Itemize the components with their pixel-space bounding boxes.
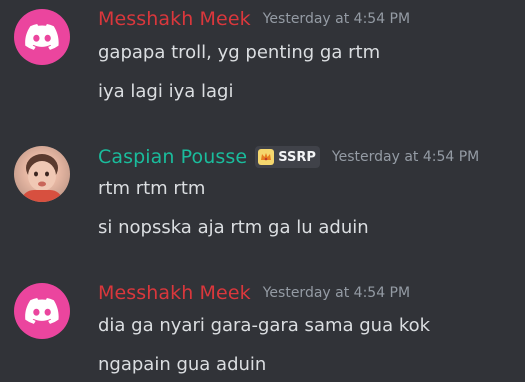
message-text: dia ga nyari gara-gara sama gua kok: [98, 315, 431, 336]
discord-logo-icon: [25, 24, 59, 50]
timestamp[interactable]: Yesterday at 4:54 PM: [263, 285, 410, 301]
message-header: Messhakh Meek Yesterday at 4:54 PM: [98, 282, 410, 304]
user-photo-icon: [20, 154, 64, 202]
server-tag-label: SSRP: [278, 149, 316, 165]
username[interactable]: Messhakh Meek: [98, 8, 251, 30]
timestamp[interactable]: Yesterday at 4:54 PM: [332, 149, 479, 165]
chat-messages: Messhakh Meek Yesterday at 4:54 PM gapap…: [0, 0, 525, 382]
message-header: Caspian Pousse SSRP Yesterday at 4:54 PM: [98, 146, 479, 168]
message-text: ngapain gua aduin: [98, 354, 267, 375]
username[interactable]: Messhakh Meek: [98, 282, 251, 304]
timestamp[interactable]: Yesterday at 4:54 PM: [263, 11, 410, 27]
server-tag[interactable]: SSRP: [255, 146, 320, 168]
message-text: rtm rtm rtm: [98, 178, 206, 199]
avatar[interactable]: [14, 283, 70, 339]
discord-logo-icon: [25, 298, 59, 324]
message-text: si nopsska aja rtm ga lu aduin: [98, 217, 369, 238]
message-header: Messhakh Meek Yesterday at 4:54 PM: [98, 8, 410, 30]
crown-badge-icon: [258, 149, 275, 165]
message-text: gapapa troll, yg penting ga rtm: [98, 42, 381, 63]
avatar[interactable]: [14, 9, 70, 65]
avatar[interactable]: [14, 146, 70, 202]
username[interactable]: Caspian Pousse: [98, 146, 247, 168]
message-text: iya lagi iya lagi: [98, 81, 234, 102]
